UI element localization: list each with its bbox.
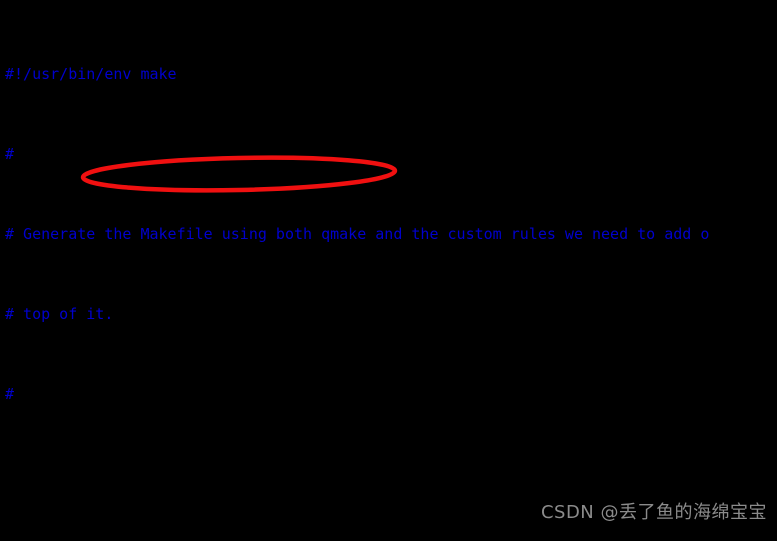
code-line: # [5, 384, 777, 404]
code-line: # [5, 144, 777, 164]
code-line: #!/usr/bin/env make [5, 64, 777, 84]
code-line: # top of it. [5, 304, 777, 324]
comment-token: # [5, 145, 15, 163]
code-line: # Generate the Makefile using both qmake… [5, 224, 777, 244]
terminal-vim-window: #!/usr/bin/env make # # Generate the Mak… [0, 0, 777, 541]
code-editor-buffer[interactable]: #!/usr/bin/env make # # Generate the Mak… [5, 4, 777, 541]
comment-token: # [5, 385, 15, 403]
comment-token: # top of it. [5, 305, 114, 323]
csdn-watermark: CSDN @丢了鱼的海绵宝宝 [540, 502, 767, 523]
comment-token: # Generate the Makefile using both qmake… [5, 225, 710, 243]
comment-token: #!/usr/bin/env make [5, 65, 177, 83]
